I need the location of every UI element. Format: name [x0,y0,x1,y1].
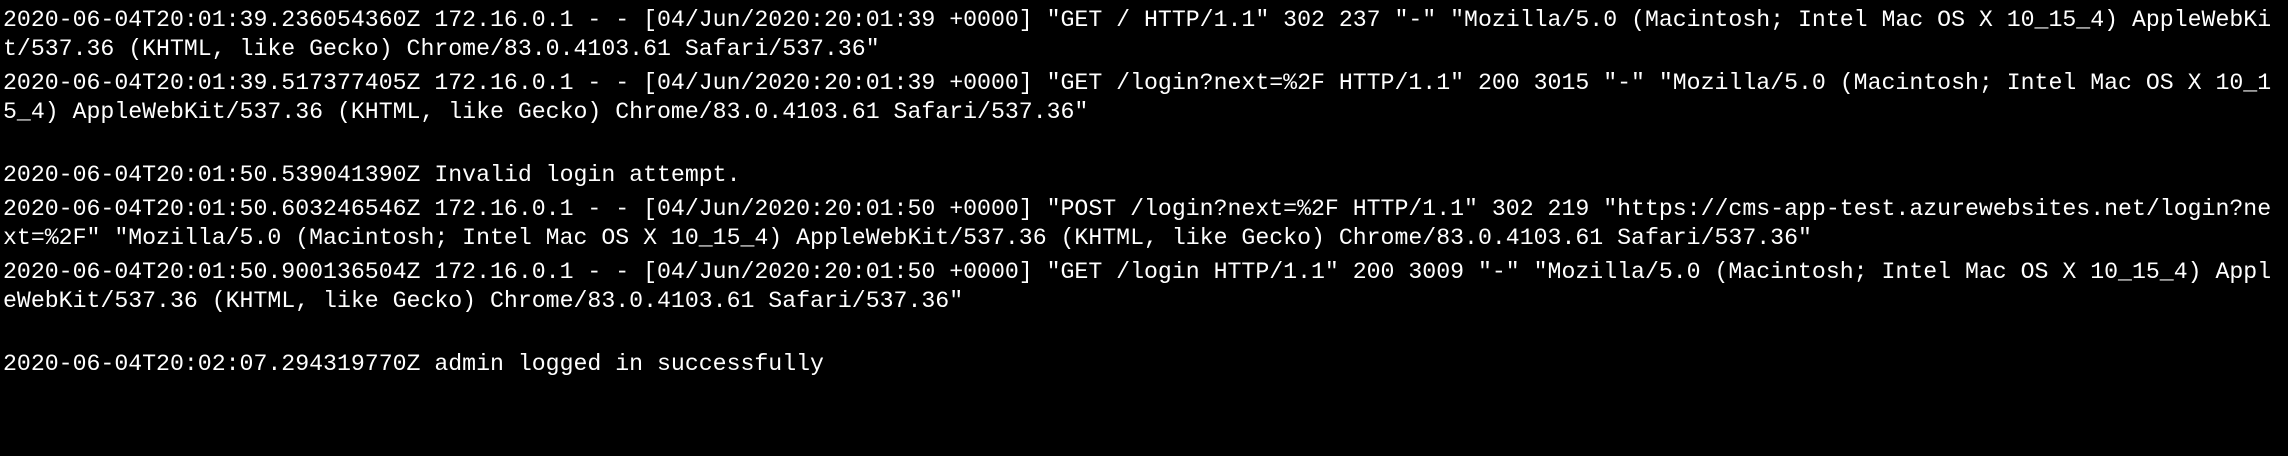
log-line-get-root: 2020-06-04T20:01:39.236054360Z 172.16.0.… [3,7,2272,62]
log-line-get-login-again: 2020-06-04T20:01:50.900136504Z 172.16.0.… [3,259,2272,314]
log-line-get-login: 2020-06-04T20:01:39.517377405Z 172.16.0.… [3,70,2272,125]
log-line-admin-logged-in: 2020-06-04T20:02:07.294319770Z admin log… [3,351,824,377]
terminal-log-output[interactable]: 2020-06-04T20:01:39.236054360Z 172.16.0.… [0,0,2288,456]
log-line-invalid-login: 2020-06-04T20:01:50.539041390Z Invalid l… [3,162,741,188]
log-line-post-login: 2020-06-04T20:01:50.603246546Z 172.16.0.… [3,196,2272,251]
